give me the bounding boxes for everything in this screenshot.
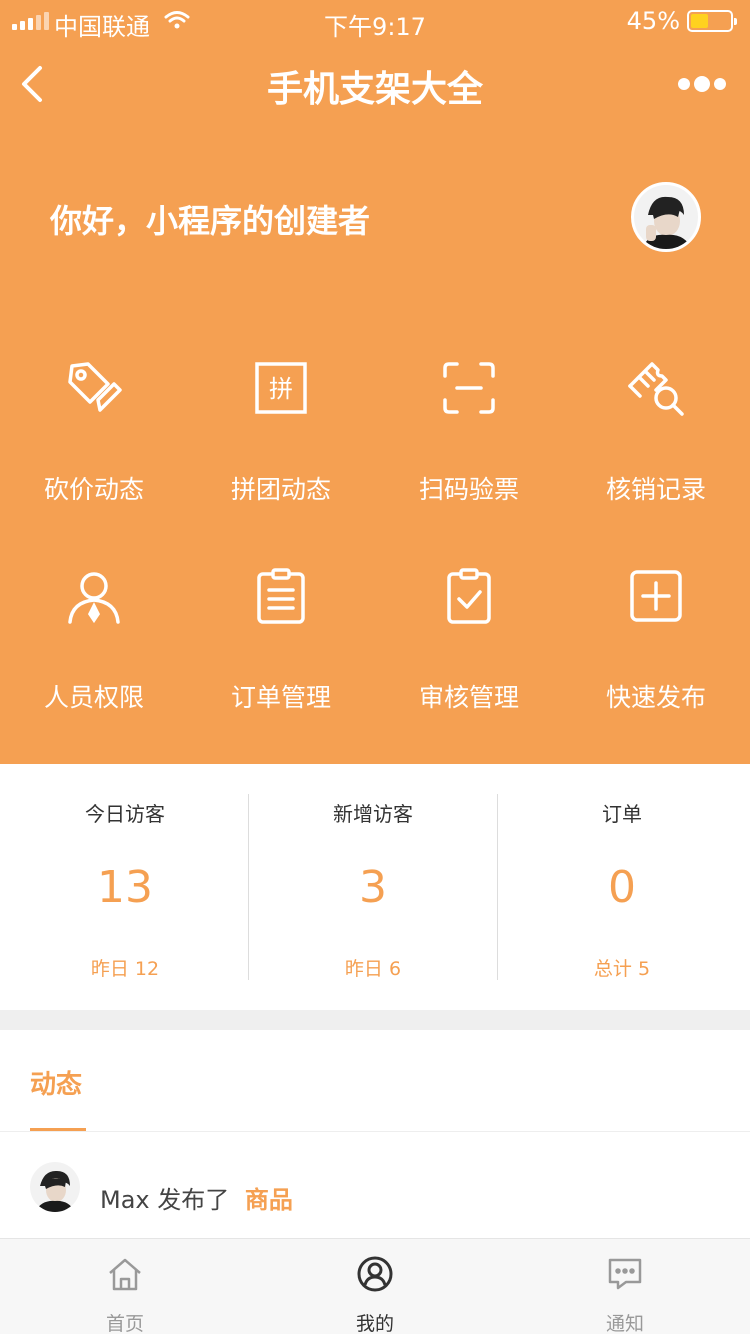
more-options-button[interactable] [678,76,726,92]
grid-label: 快速发布 [605,683,706,712]
stat-subtext: 昨日 12 [90,958,160,980]
grid-item-order-management[interactable]: 订单管理 [187,538,375,738]
tab-label: 通知 [605,1313,644,1334]
tab-notifications[interactable]: 通知 [500,1239,750,1334]
grid-item-verify-records[interactable]: 核销记录 [562,330,750,530]
greeting-text: 你好，小程序的创建者 [50,202,371,240]
stat-value: 0 [608,862,636,913]
activity-target-link[interactable]: 商品 [245,1186,293,1214]
activity-item: Max 发布了 商品 [100,1180,293,1215]
stat-orders[interactable]: 订单 0 总计 5 [497,764,747,1010]
grid-label: 订单管理 [230,683,331,712]
tab-home[interactable]: 首页 [0,1239,250,1334]
user-avatar[interactable] [631,182,701,252]
activity-action: 发布了 [157,1186,230,1214]
clipboard-check-icon [447,568,491,624]
activity-section: 动态 Max 发布了 商品 [0,1030,750,1240]
ticket-search-icon [628,362,684,416]
battery-percent: 45% [626,7,680,35]
grid-item-staff-permissions[interactable]: 人员权限 [0,538,188,738]
grid-item-quick-publish[interactable]: 快速发布 [562,538,750,738]
navigation-bar: 手机支架大全 [0,40,750,128]
stat-subtext: 总计 5 [593,958,651,980]
battery-icon [687,10,737,32]
tab-mine[interactable]: 我的 [250,1239,500,1334]
bottom-tab-bar: 首页 我的 通知 [0,1238,750,1334]
home-icon [109,1258,141,1291]
divider [0,1131,750,1132]
group-buy-icon: 拼 [255,362,307,414]
svg-text:拼: 拼 [269,375,293,403]
tab-label: 我的 [355,1313,394,1334]
activity-user[interactable]: Max [100,1186,150,1214]
add-square-icon [630,570,682,622]
message-icon [608,1258,642,1290]
grid-label: 拼团动态 [230,475,331,504]
status-bar: 中国联通 下午9:17 45% [0,0,750,41]
battery-level [691,14,709,28]
stat-value: 13 [97,862,153,913]
grid-label: 核销记录 [605,475,706,504]
tab-label: 首页 [105,1313,144,1334]
page-title: 手机支架大全 [266,69,483,110]
stat-subtext: 昨日 6 [344,958,402,980]
grid-label: 人员权限 [43,683,144,712]
order-list-icon [257,568,305,624]
grid-item-bargain[interactable]: 砍价动态 [0,330,188,530]
grid-label: 砍价动态 [43,475,144,504]
grid-item-review-management[interactable]: 审核管理 [375,538,563,738]
activity-avatar[interactable] [30,1162,80,1212]
stat-today-visitors[interactable]: 今日访客 13 昨日 12 [0,764,250,1010]
grid-item-scan-ticket[interactable]: 扫码验票 [375,330,563,530]
stat-label: 新增访客 [333,802,413,826]
tab-activity[interactable]: 动态 [30,1064,82,1101]
scan-icon [443,362,495,414]
stat-label: 今日访客 [85,802,165,826]
tag-icon [68,362,122,412]
stat-new-visitors[interactable]: 新增访客 3 昨日 6 [248,764,498,1010]
stats-panel: 今日访客 13 昨日 12 新增访客 3 昨日 6 订单 0 总计 5 [0,764,750,1010]
grid-item-group-buy[interactable]: 拼 拼团动态 [187,330,375,530]
section-gap [0,1010,750,1030]
grid-label: 扫码验票 [418,475,519,504]
person-icon [68,572,120,624]
stat-label: 订单 [602,802,642,826]
profile-icon [357,1256,393,1292]
grid-label: 审核管理 [418,683,519,712]
stat-value: 3 [359,862,387,913]
